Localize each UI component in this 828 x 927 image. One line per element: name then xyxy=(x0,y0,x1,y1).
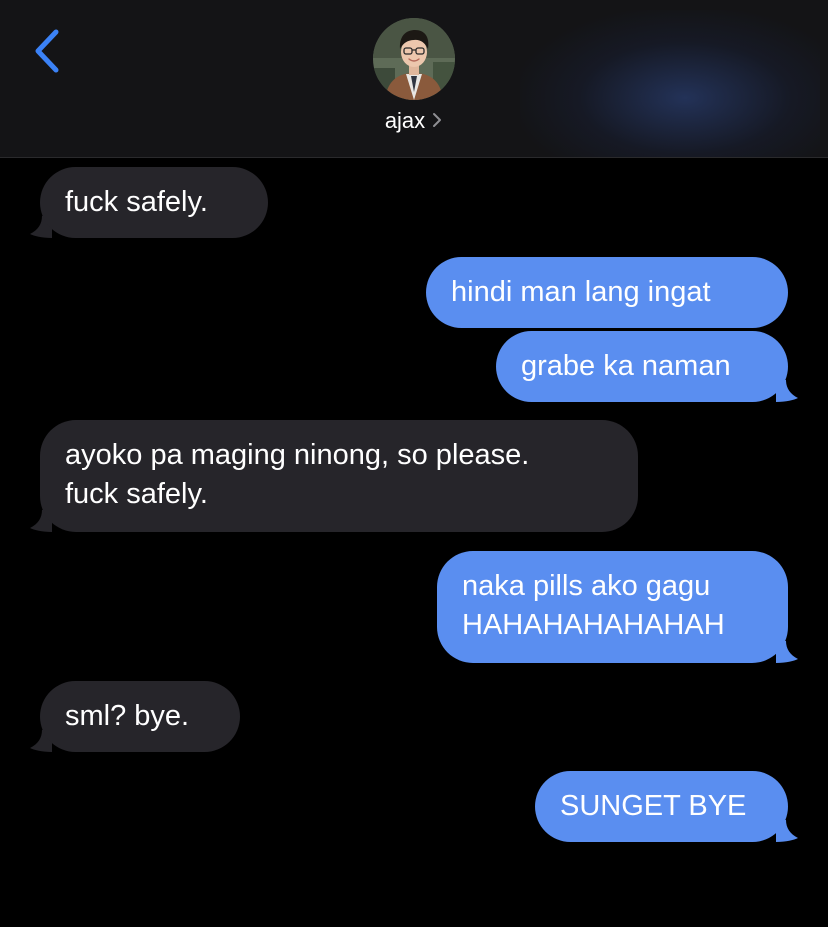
chevron-left-icon xyxy=(35,29,59,73)
conversation-header: ajax xyxy=(0,0,828,158)
message-bubble-incoming[interactable]: ayoko pa maging ninong, so please. fuck … xyxy=(40,420,638,532)
chevron-right-icon xyxy=(433,113,442,128)
header-background-blur xyxy=(520,10,820,157)
message-bubble-incoming[interactable]: fuck safely. xyxy=(40,167,268,238)
contact-photo xyxy=(373,18,455,100)
message-bubble-outgoing[interactable]: naka pills ako gagu HAHAHAHAHAHAH xyxy=(437,551,788,663)
message-bubble-incoming[interactable]: sml? bye. xyxy=(40,681,240,752)
contact-name: ajax xyxy=(384,108,426,133)
contact-name-button[interactable]: ajax xyxy=(0,108,828,134)
back-button[interactable] xyxy=(28,26,68,76)
avatar[interactable] xyxy=(373,18,455,100)
message-bubble-outgoing[interactable]: SUNGET BYE xyxy=(535,771,788,842)
message-bubble-outgoing[interactable]: hindi man lang ingat xyxy=(426,257,788,328)
message-thread: fuck safely. hindi man lang ingat grabe … xyxy=(0,158,828,927)
message-bubble-outgoing[interactable]: grabe ka naman xyxy=(496,331,788,402)
